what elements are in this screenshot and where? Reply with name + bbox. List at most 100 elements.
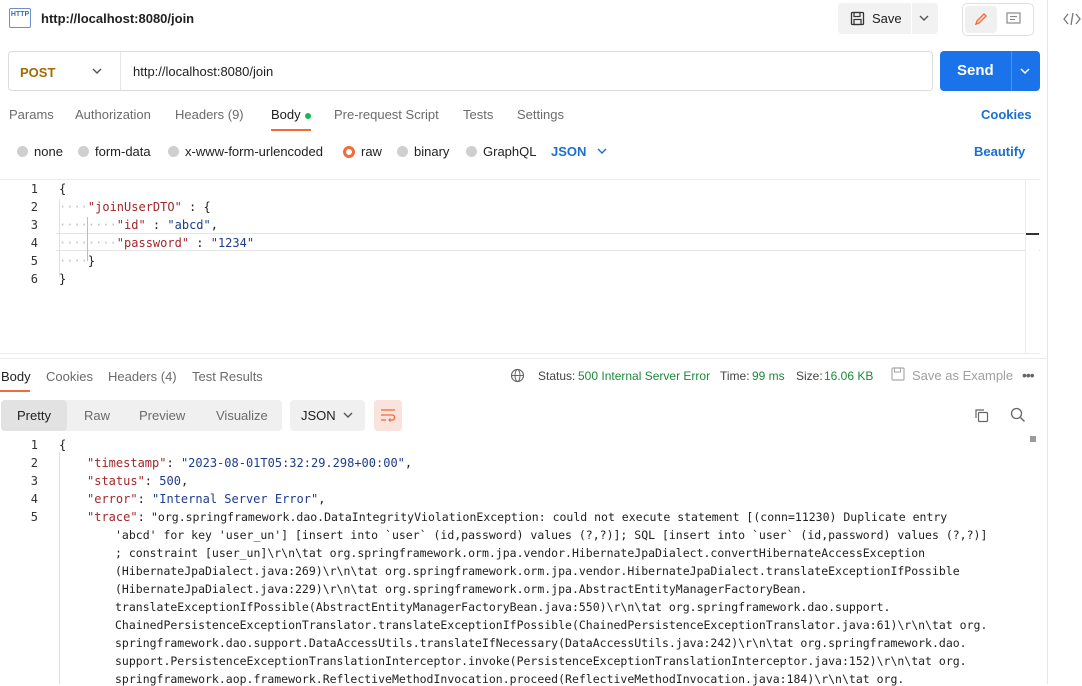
chevron-down-icon[interactable]	[597, 148, 607, 155]
line-number: 1	[30, 438, 38, 452]
request-editor-scrollbar[interactable]	[1025, 180, 1039, 353]
pencil-icon	[974, 13, 987, 26]
beautify-button[interactable]: Beautify	[974, 144, 1025, 159]
json-string: "2023-08-01T05:32:29.298+00:00"	[180, 456, 405, 470]
code-line: "status": 500,	[87, 474, 189, 488]
chevron-down-icon[interactable]	[919, 15, 929, 22]
radio-form-data-label: form-data	[95, 144, 151, 159]
body-format-select[interactable]: JSON	[551, 144, 586, 159]
line-number: 5	[30, 510, 38, 524]
search-icon[interactable]	[1010, 407, 1026, 423]
radio-none[interactable]: none	[17, 144, 63, 159]
code-line: "trace":	[87, 510, 153, 524]
json-key: "password"	[116, 236, 190, 250]
tab-params[interactable]: Params	[9, 107, 54, 122]
line-number: 2	[30, 456, 38, 470]
code-token: }	[59, 272, 67, 286]
radio-graphql[interactable]: GraphQL	[466, 144, 536, 159]
tab-settings[interactable]: Settings	[517, 107, 564, 122]
tab-body[interactable]: Body	[271, 107, 311, 122]
response-tab-cookies[interactable]: Cookies	[46, 369, 93, 384]
status-label: Status:	[538, 369, 576, 383]
size-value[interactable]: 16.06 KB	[824, 369, 873, 383]
status-value[interactable]: 500 Internal Server Error	[578, 369, 710, 383]
copy-icon[interactable]	[974, 408, 989, 423]
active-tab-underline	[0, 390, 30, 392]
time-label: Time:	[720, 369, 750, 383]
response-tab-body[interactable]: Body	[1, 369, 31, 384]
response-format-label: JSON	[301, 408, 336, 423]
trace-line: support.PersistenceExceptionTranslationI…	[115, 654, 967, 668]
code-token: :	[145, 218, 168, 232]
trace-line: springframework.dao.support.DataAccessUt…	[115, 636, 967, 650]
code-token: }	[87, 254, 96, 268]
json-key: "error"	[87, 492, 138, 506]
cookies-link[interactable]: Cookies	[981, 107, 1032, 122]
save-as-example-button[interactable]: Save as Example	[912, 368, 1013, 383]
json-key: "trace"	[87, 510, 138, 524]
line-number: 3	[30, 474, 38, 488]
size-label: Size:	[796, 369, 823, 383]
url-input[interactable]: http://localhost:8080/join	[133, 64, 273, 79]
url-bar: POST http://localhost:8080/join	[8, 51, 933, 91]
response-tab-headers[interactable]: Headers (4)	[108, 369, 177, 384]
code-line: {	[59, 182, 66, 196]
request-tab-title: http://localhost:8080/join	[41, 11, 195, 26]
comment-icon[interactable]	[1006, 12, 1021, 26]
line-number: 3	[30, 218, 38, 232]
view-pretty[interactable]: Pretty	[17, 408, 51, 423]
code-line: "timestamp": "2023-08-01T05:32:29.298+00…	[87, 456, 413, 470]
radio-form-data[interactable]: form-data	[78, 144, 151, 159]
radio-graphql-label: GraphQL	[483, 144, 537, 159]
chevron-down-icon[interactable]	[92, 68, 102, 75]
tab-prerequest-script[interactable]: Pre-request Script	[334, 107, 439, 122]
trace-line: "org.springframework.dao.DataIntegrityVi…	[151, 510, 948, 524]
tab-headers[interactable]: Headers (9)	[175, 107, 244, 122]
radio-urlencoded[interactable]: x-www-form-urlencoded	[168, 144, 323, 159]
radio-circle-selected	[343, 145, 355, 158]
globe-icon[interactable]	[510, 368, 525, 383]
code-token: {	[59, 182, 67, 196]
send-button[interactable]: Send	[940, 51, 1040, 91]
radio-circle	[466, 146, 477, 157]
chevron-down-icon[interactable]	[1020, 68, 1030, 75]
code-line: "error": "Internal Server Error",	[87, 492, 326, 506]
tab-tests[interactable]: Tests	[463, 107, 493, 122]
more-options-icon[interactable]: •••	[1022, 367, 1035, 383]
send-label: Send	[957, 62, 994, 79]
code-token: : {	[181, 200, 211, 214]
line-number: 5	[30, 254, 38, 268]
save-button[interactable]: Save	[838, 3, 938, 34]
view-preview[interactable]: Preview	[139, 408, 185, 423]
response-format-select[interactable]: JSON	[290, 400, 365, 431]
pane-divider[interactable]	[0, 358, 1048, 359]
tab-authorization[interactable]: Authorization	[75, 107, 151, 122]
view-raw[interactable]: Raw	[84, 408, 110, 423]
trace-line: ChainedPersistenceExceptionTranslator.tr…	[115, 618, 988, 632]
save-label: Save	[872, 11, 902, 26]
top-bar: HTTP http://localhost:8080/join Save	[0, 0, 1048, 38]
line-number: 4	[30, 492, 38, 506]
method-select[interactable]: POST	[20, 65, 55, 80]
radio-raw-label: raw	[361, 144, 382, 159]
radio-binary[interactable]: binary	[397, 144, 449, 159]
tab-body-label: Body	[271, 107, 301, 122]
trace-line: ; constraint [user_un]\r\n\tat org.sprin…	[115, 546, 926, 560]
response-scrollbar-thumb[interactable]	[1030, 436, 1036, 442]
json-string: "1234"	[210, 236, 255, 250]
code-snippet-icon[interactable]	[1063, 12, 1081, 26]
time-value[interactable]: 99 ms	[752, 369, 785, 383]
json-key: "timestamp"	[87, 456, 167, 470]
code-token: :	[189, 236, 211, 250]
wrap-lines-button[interactable]	[374, 400, 402, 431]
view-toggle-group	[962, 3, 1034, 36]
radio-raw[interactable]: raw	[343, 144, 382, 159]
json-string: "Internal Server Error"	[152, 492, 319, 506]
edit-mode-button[interactable]	[965, 6, 997, 33]
save-icon	[850, 11, 865, 26]
view-visualize[interactable]: Visualize	[216, 408, 268, 423]
response-tab-test-results[interactable]: Test Results	[192, 369, 263, 384]
save-example-icon	[891, 367, 905, 381]
trace-line: (HibernateJpaDialect.java:269)\r\n\tat o…	[115, 564, 960, 578]
trace-line: translateExceptionIfPossible(AbstractEnt…	[115, 600, 891, 614]
